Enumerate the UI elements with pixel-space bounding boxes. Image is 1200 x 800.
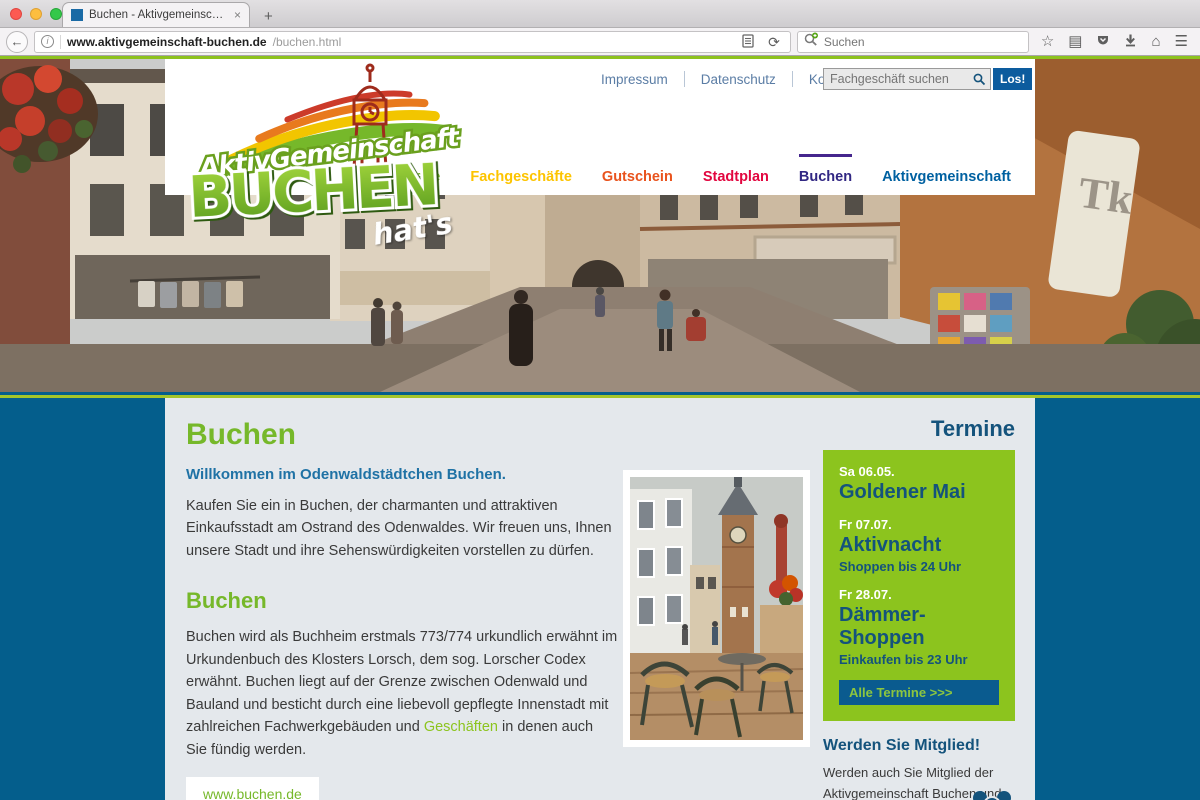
termine-title: Termine xyxy=(823,416,1015,442)
search-icon xyxy=(804,32,819,51)
reload-icon[interactable]: ⟳ xyxy=(764,35,784,49)
event-item: Fr 07.07. Aktivnacht Shoppen bis 24 Uhr xyxy=(839,517,999,574)
members-group-icon xyxy=(967,783,1017,800)
close-window-button[interactable] xyxy=(10,8,22,20)
main-column: Buchen Willkommen im Odenwaldstädtchen B… xyxy=(186,418,618,800)
link-datenschutz[interactable]: Datenschutz xyxy=(685,72,792,87)
town-photo xyxy=(623,470,810,747)
reader-mode-icon[interactable] xyxy=(738,34,758,50)
event-title: Dämmer-Shoppen xyxy=(839,604,999,650)
shop-search-input[interactable] xyxy=(823,68,969,90)
browser-titlebar: Buchen - Aktivgemeinschaft × + xyxy=(0,0,1200,28)
event-item: Sa 06.05. Goldener Mai xyxy=(839,464,999,504)
shop-search: Los! xyxy=(823,68,1032,90)
nav-item-aktivgemeinschaft[interactable]: Aktivgemeinschaft xyxy=(882,154,1011,185)
browser-toolbar: ← i www.aktivgemeinschaft-buchen.de/buch… xyxy=(0,28,1200,56)
window-controls xyxy=(10,8,62,20)
url-path: /buchen.html xyxy=(273,35,342,49)
membership-title: Werden Sie Mitglied! xyxy=(823,737,1015,755)
event-note: Shoppen bis 24 Uhr xyxy=(839,559,999,574)
intro-paragraph: Kaufen Sie ein in Buchen, der charmanten… xyxy=(186,495,618,562)
event-date: Fr 28.07. xyxy=(839,587,999,602)
site-top-line xyxy=(0,56,1200,59)
history-paragraph: Buchen wird als Buchheim erstmals 773/77… xyxy=(186,626,618,761)
browser-search-bar[interactable] xyxy=(797,31,1029,53)
divider xyxy=(60,35,61,49)
link-impressum[interactable]: Impressum xyxy=(585,72,684,87)
sidebar: Termine Sa 06.05. Goldener Mai Fr 07.07.… xyxy=(823,416,1015,800)
home-icon[interactable]: ⌂ xyxy=(1145,34,1166,49)
bookmark-star-icon[interactable]: ☆ xyxy=(1035,34,1060,49)
pocket-icon[interactable] xyxy=(1090,33,1116,50)
url-bar[interactable]: i www.aktivgemeinschaft-buchen.de/buchen… xyxy=(34,31,791,53)
event-title: Aktivnacht xyxy=(839,534,999,557)
nav-item-fachgeschaefte[interactable]: Fachgeschäfte xyxy=(470,154,572,185)
section-title-buchen: Buchen xyxy=(186,588,618,614)
nav-item-buchen-active[interactable]: Buchen xyxy=(799,154,852,185)
browser-tab[interactable]: Buchen - Aktivgemeinschaft × xyxy=(62,2,250,27)
event-item: Fr 28.07. Dämmer-Shoppen Einkaufen bis 2… xyxy=(839,587,999,667)
membership-section: Werden Sie Mitglied! Werden auch Sie Mit… xyxy=(823,737,1015,800)
nav-item-stadtplan[interactable]: Stadtplan xyxy=(703,154,769,185)
browser-search-input[interactable] xyxy=(824,35,1022,49)
tab-title: Buchen - Aktivgemeinschaft xyxy=(89,9,228,21)
shop-search-submit-button[interactable]: Los! xyxy=(993,68,1032,90)
site-info-icon[interactable]: i xyxy=(41,35,54,48)
new-tab-button[interactable]: + xyxy=(256,8,281,25)
event-note: Einkaufen bis 23 Uhr xyxy=(839,652,999,667)
shop-search-icon[interactable] xyxy=(969,68,991,90)
nav-item-gutschein[interactable]: Gutschein xyxy=(602,154,673,185)
site-logo[interactable]: AktivGemeinschaft BUCHEN hat's xyxy=(183,62,463,252)
downloads-icon[interactable] xyxy=(1118,33,1143,50)
event-date: Sa 06.05. xyxy=(839,464,999,479)
geschaeften-link[interactable]: Geschäften xyxy=(424,719,498,735)
zoom-window-button[interactable] xyxy=(50,8,62,20)
page-background: Tk xyxy=(0,56,1200,800)
minimize-window-button[interactable] xyxy=(30,8,42,20)
url-domain: www.aktivgemeinschaft-buchen.de xyxy=(67,35,267,49)
event-date: Fr 07.07. xyxy=(839,517,999,532)
tab-close-icon[interactable]: × xyxy=(234,8,241,22)
reading-list-icon[interactable]: ▤ xyxy=(1062,34,1088,49)
buchen-website-button[interactable]: www.buchen.de xyxy=(186,777,319,800)
intro-lead: Willkommen im Odenwaldstädtchen Buchen. xyxy=(186,466,618,483)
content-area: Buchen Willkommen im Odenwaldstädtchen B… xyxy=(165,398,1035,800)
site-favicon xyxy=(71,9,83,21)
menu-icon[interactable]: ☰ xyxy=(1169,34,1194,49)
page-title: Buchen xyxy=(186,418,618,452)
back-button[interactable]: ← xyxy=(6,31,28,53)
main-navigation: Startseite Fachgeschäfte Gutschein Stadt… xyxy=(374,154,1011,185)
all-events-button[interactable]: Alle Termine >>> xyxy=(839,680,999,705)
event-title: Goldener Mai xyxy=(839,481,999,504)
termine-box: Sa 06.05. Goldener Mai Fr 07.07. Aktivna… xyxy=(823,450,1015,721)
